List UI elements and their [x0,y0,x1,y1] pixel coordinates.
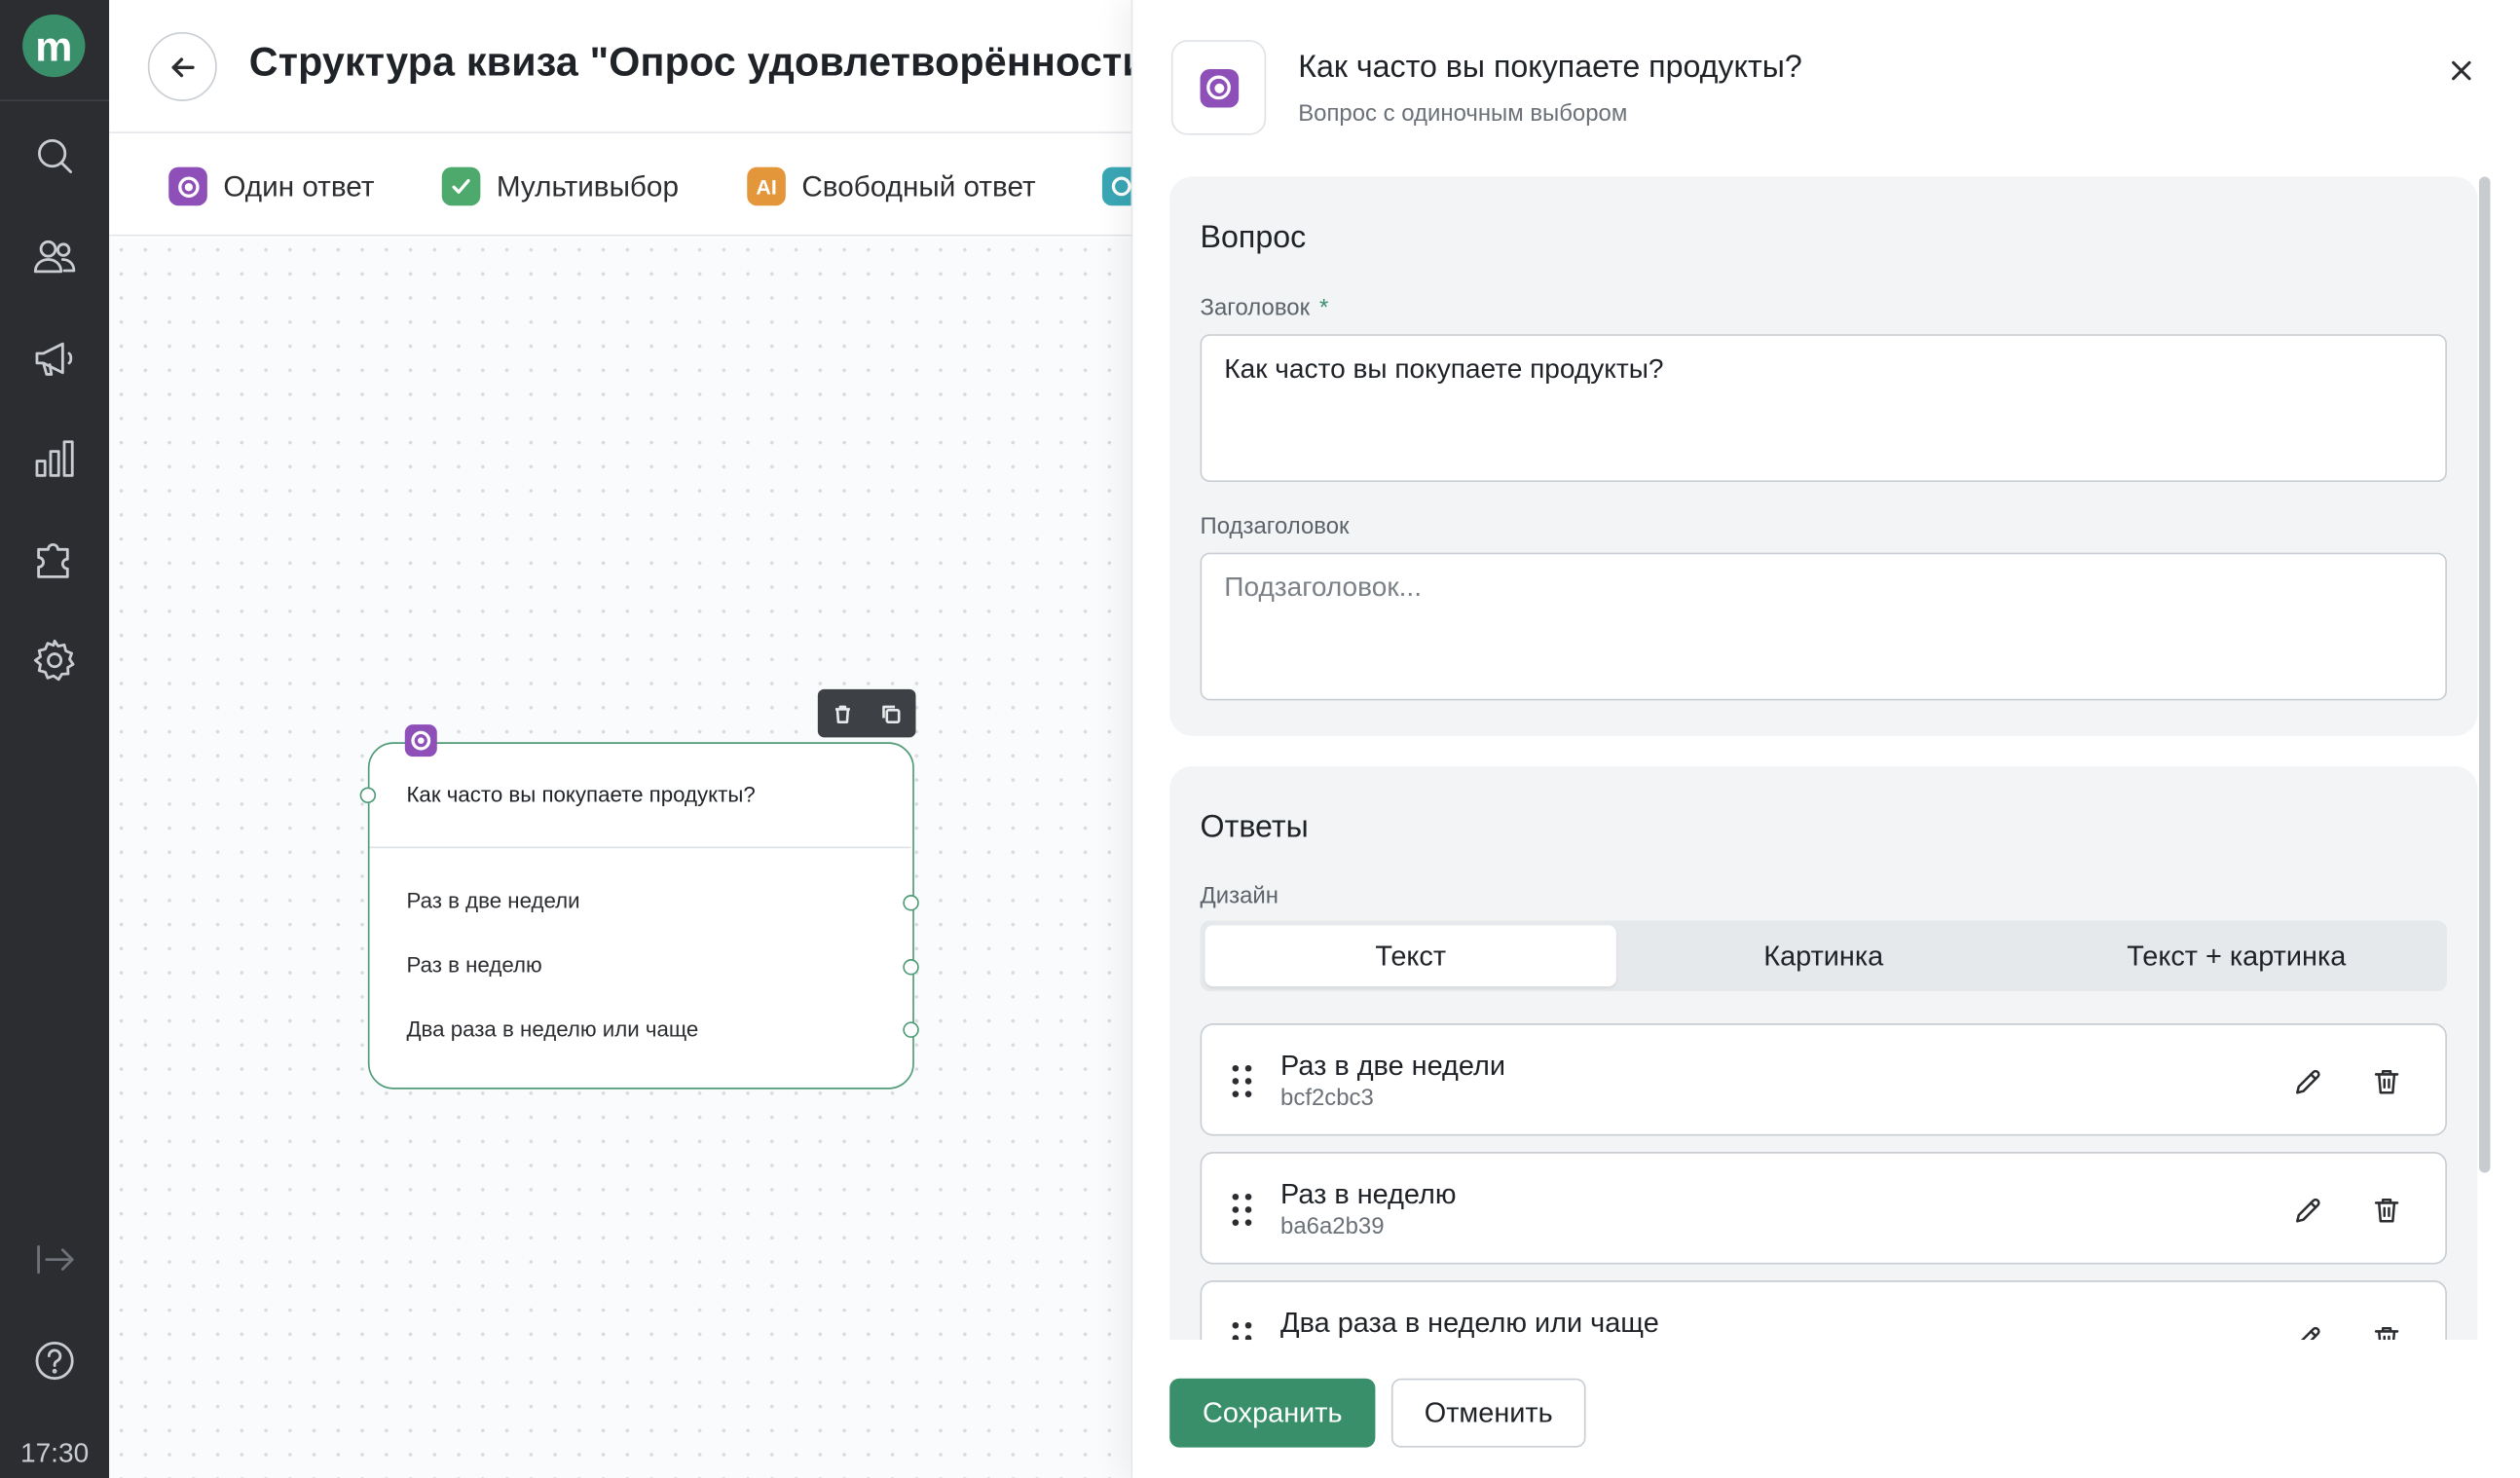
question-edit-panel: Как часто вы покупаете продукты? Вопрос … [1130,0,2520,1478]
tool-label: Один ответ [223,169,375,203]
heading-field[interactable] [1200,334,2447,482]
output-port[interactable] [903,895,919,911]
input-port[interactable] [359,787,377,803]
panel-scroll-area[interactable]: Вопрос Заголовок * Подзаголовок Ответы Ди… [1132,173,2499,1341]
delete-answer-button[interactable] [2368,1320,2403,1341]
design-option-text-image[interactable]: Текст + картинка [2031,925,2442,986]
logout-icon[interactable] [30,1236,79,1284]
pencil-icon [2295,1198,2319,1222]
drag-handle-icon[interactable] [1228,1191,1257,1230]
output-port[interactable] [903,1021,919,1038]
answer-item[interactable]: Раз в две недели bcf2cbc3 [1200,1023,2447,1136]
text-ai-icon: AI [747,166,786,206]
design-switcher: Текст Картинка Текст + картинка [1200,920,2447,992]
quiz-editor: Структура квиза "Опрос удовлетворённости… [109,0,1131,1478]
close-button[interactable] [2444,53,2479,88]
section-title: Вопрос [1200,220,1307,256]
pencil-icon [2299,1326,2319,1341]
answer-title: Раз в неделю [1280,1177,1457,1210]
tool-label: Мультивыбор [496,169,679,203]
back-button[interactable] [147,32,217,101]
pencil-icon [2295,1069,2319,1093]
trash-icon [2374,1198,2398,1222]
delete-answer-button[interactable] [2368,1192,2403,1227]
panel-subtitle: Вопрос с одиночным выбором [1298,100,1628,128]
cancel-button[interactable]: Отменить [1390,1378,1586,1448]
app-logo[interactable]: m [22,14,86,78]
answers-section: Ответы Дизайн Текст Картинка Текст + кар… [1169,766,2478,1341]
node-option: Два раза в неделю или чаще [406,1016,699,1042]
node-actions [817,688,916,738]
page-header: Структура квиза "Опрос удовлетворённости [109,0,1131,133]
drag-handle-icon[interactable] [1228,1319,1257,1341]
delete-answer-button[interactable] [2368,1063,2403,1098]
design-option-image[interactable]: Картинка [1618,925,2029,986]
drag-handle-icon[interactable] [1228,1062,1257,1101]
panel-title: Как часто вы покупаете продукты? [1298,50,1802,86]
node-option: Раз в неделю [406,952,542,978]
radio-icon [168,166,207,206]
gauge-icon [1101,166,1131,206]
edit-answer-button[interactable] [2289,1192,2324,1227]
answer-item[interactable]: Два раза в неделю или чаще [1200,1280,2447,1341]
save-button[interactable]: Сохранить [1169,1378,1376,1448]
megaphone-icon[interactable] [30,334,79,383]
rail-divider [0,99,110,101]
answer-item[interactable]: Раз в неделю ba6a2b39 [1200,1152,2447,1265]
close-icon [2452,60,2471,81]
page-title: Структура квиза "Опрос удовлетворённости [248,40,1131,86]
gear-icon[interactable] [30,636,79,684]
tool-free-answer[interactable]: AI Свободный ответ [747,166,1036,207]
tool-multi-choice[interactable]: Мультивыбор [441,166,679,207]
answer-title: Два раза в неделю или чаще [1280,1306,1659,1339]
panel-scrollbar[interactable] [2478,176,2491,1173]
clock-time: 17:30 [19,1437,90,1469]
section-title: Ответы [1200,809,1309,845]
question-node[interactable]: Как часто вы покупаете продукты? Раз в д… [359,724,919,1090]
answer-id: ba6a2b39 [1280,1214,1385,1240]
puzzle-icon[interactable] [30,535,79,583]
trash-icon[interactable] [832,703,852,723]
chart-icon[interactable] [30,435,79,484]
arrow-left-icon [170,56,194,77]
edit-answer-button[interactable] [2289,1063,2324,1098]
tool-more[interactable] [1101,166,1131,207]
radio-icon [404,724,437,757]
node-divider [369,846,911,849]
answer-title: Раз в две недели [1280,1049,1505,1082]
design-option-text[interactable]: Текст [1204,925,1616,987]
left-rail: m 17:30 [0,0,110,1478]
question-type-toolbar: Один ответ Мультивыбор AI Свободный отве… [109,134,1131,237]
subheading-field[interactable] [1200,552,2447,701]
users-icon[interactable] [30,233,79,281]
question-section: Вопрос Заголовок * Подзаголовок [1169,176,2478,736]
radio-icon [1199,68,1239,107]
heading-label: Заголовок * [1201,296,1329,321]
node-option: Раз в две недели [406,888,580,913]
checkbox-icon [441,166,481,206]
panel-footer: Сохранить Отменить [1132,1340,2520,1478]
trash-icon [2374,1069,2398,1093]
node-title: Как часто вы покупаете продукты? [406,782,756,807]
copy-icon[interactable] [881,703,902,723]
search-icon[interactable] [30,131,79,180]
heading-label-text: Заголовок [1200,295,1311,321]
design-label: Дизайн [1200,883,1279,909]
question-type-badge [1170,40,1267,135]
required-mark: * [1318,295,1329,321]
flow-canvas[interactable]: Как часто вы покупаете продукты? Раз в д… [109,238,1131,1478]
answer-id: bcf2cbc3 [1280,1086,1374,1112]
trash-icon [2374,1326,2398,1341]
output-port[interactable] [903,959,919,976]
tool-single-choice[interactable]: Один ответ [168,166,374,207]
help-icon[interactable] [30,1337,79,1386]
edit-answer-button[interactable] [2289,1320,2324,1341]
subheading-label: Подзаголовок [1200,514,1350,540]
tool-label: Свободный ответ [801,169,1036,203]
